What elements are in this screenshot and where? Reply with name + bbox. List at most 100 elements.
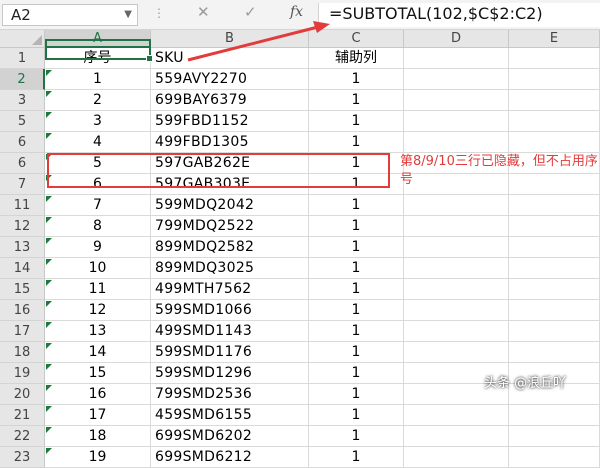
- cell-empty[interactable]: [509, 405, 600, 426]
- close-icon[interactable]: ✕: [197, 3, 210, 21]
- cell-helper[interactable]: 1: [309, 90, 404, 111]
- cell-index[interactable]: 14: [45, 342, 151, 363]
- row-header[interactable]: 20: [0, 384, 45, 405]
- cell-empty[interactable]: [509, 237, 600, 258]
- row-header[interactable]: 2: [0, 69, 45, 90]
- cell-empty[interactable]: [509, 426, 600, 447]
- cell-index[interactable]: 15: [45, 363, 151, 384]
- cell-sku[interactable]: 599MDQ2042: [151, 195, 309, 216]
- cell-index[interactable]: 1: [45, 69, 151, 90]
- cell-sku[interactable]: 559AVY2270: [151, 69, 309, 90]
- cell-empty[interactable]: [509, 447, 600, 468]
- row-header[interactable]: 5: [0, 111, 45, 132]
- row-header[interactable]: 23: [0, 447, 45, 468]
- cell-empty[interactable]: [404, 48, 509, 69]
- cell-empty[interactable]: [509, 258, 600, 279]
- row-header[interactable]: 7: [0, 174, 45, 195]
- cell-empty[interactable]: [404, 447, 509, 468]
- cell-index[interactable]: 18: [45, 426, 151, 447]
- header-cell-helper[interactable]: 辅助列: [309, 48, 404, 69]
- cell-sku[interactable]: 599SMD1176: [151, 342, 309, 363]
- row-header[interactable]: 6: [0, 153, 45, 174]
- cell-index[interactable]: 2: [45, 90, 151, 111]
- cell-helper[interactable]: 1: [309, 300, 404, 321]
- row-header[interactable]: 19: [0, 363, 45, 384]
- cell-index[interactable]: 12: [45, 300, 151, 321]
- cell-sku[interactable]: 699BAY6379: [151, 90, 309, 111]
- cell-empty[interactable]: [509, 279, 600, 300]
- cell-empty[interactable]: [509, 342, 600, 363]
- cell-index[interactable]: 3: [45, 111, 151, 132]
- cell-helper[interactable]: 1: [309, 279, 404, 300]
- cell-empty[interactable]: [404, 69, 509, 90]
- cell-index[interactable]: 10: [45, 258, 151, 279]
- cell-sku[interactable]: 599FBD1152: [151, 111, 309, 132]
- cell-helper[interactable]: 1: [309, 384, 404, 405]
- row-header[interactable]: 1: [0, 48, 45, 69]
- cell-empty[interactable]: [404, 258, 509, 279]
- cell-empty[interactable]: [509, 300, 600, 321]
- cell-empty[interactable]: [404, 132, 509, 153]
- cell-empty[interactable]: [404, 300, 509, 321]
- cell-helper[interactable]: 1: [309, 132, 404, 153]
- cell-sku[interactable]: 459SMD6155: [151, 405, 309, 426]
- cell-empty[interactable]: [404, 216, 509, 237]
- cell-helper[interactable]: 1: [309, 69, 404, 90]
- select-all-button[interactable]: [0, 30, 45, 48]
- cell-empty[interactable]: [509, 132, 600, 153]
- cell-helper[interactable]: 1: [309, 237, 404, 258]
- cell-sku[interactable]: 699SMD6202: [151, 426, 309, 447]
- cell-helper[interactable]: 1: [309, 216, 404, 237]
- cell-empty[interactable]: [404, 111, 509, 132]
- cell-empty[interactable]: [509, 48, 600, 69]
- cell-sku[interactable]: 799SMD2536: [151, 384, 309, 405]
- row-header[interactable]: 3: [0, 90, 45, 111]
- cell-sku[interactable]: 499MTH7562: [151, 279, 309, 300]
- cell-helper[interactable]: 1: [309, 342, 404, 363]
- cell-empty[interactable]: [404, 195, 509, 216]
- cell-index[interactable]: 11: [45, 279, 151, 300]
- cell-sku[interactable]: 899MDQ2582: [151, 237, 309, 258]
- cell-sku[interactable]: 599SMD1296: [151, 363, 309, 384]
- column-header-b[interactable]: B: [151, 30, 309, 48]
- cell-empty[interactable]: [404, 279, 509, 300]
- row-header[interactable]: 18: [0, 342, 45, 363]
- column-header-c[interactable]: C: [309, 30, 404, 48]
- row-header[interactable]: 12: [0, 216, 45, 237]
- cell-empty[interactable]: [404, 426, 509, 447]
- drag-handle-icon[interactable]: ⋮: [153, 6, 166, 20]
- cell-index[interactable]: 4: [45, 132, 151, 153]
- cell-helper[interactable]: 1: [309, 258, 404, 279]
- row-header[interactable]: 11: [0, 195, 45, 216]
- row-header[interactable]: 21: [0, 405, 45, 426]
- cell-empty[interactable]: [509, 216, 600, 237]
- name-box[interactable]: A2 ▼: [2, 4, 138, 26]
- chevron-down-icon[interactable]: ▼: [124, 9, 132, 20]
- row-header[interactable]: 22: [0, 426, 45, 447]
- cell-empty[interactable]: [509, 321, 600, 342]
- cell-index[interactable]: 17: [45, 405, 151, 426]
- cell-empty[interactable]: [509, 90, 600, 111]
- cell-empty[interactable]: [509, 195, 600, 216]
- cell-empty[interactable]: [404, 237, 509, 258]
- cell-index[interactable]: 8: [45, 216, 151, 237]
- cell-index[interactable]: 19: [45, 447, 151, 468]
- row-header[interactable]: 14: [0, 258, 45, 279]
- cell-helper[interactable]: 1: [309, 426, 404, 447]
- cell-empty[interactable]: [509, 111, 600, 132]
- cell-helper[interactable]: 1: [309, 363, 404, 384]
- row-header[interactable]: 17: [0, 321, 45, 342]
- cell-index[interactable]: 7: [45, 195, 151, 216]
- cell-helper[interactable]: 1: [309, 405, 404, 426]
- cell-empty[interactable]: [404, 321, 509, 342]
- column-header-d[interactable]: D: [404, 30, 509, 48]
- row-header[interactable]: 13: [0, 237, 45, 258]
- cell-sku[interactable]: 699SMD6212: [151, 447, 309, 468]
- cell-empty[interactable]: [404, 90, 509, 111]
- cell-sku[interactable]: 899MDQ3025: [151, 258, 309, 279]
- function-icon[interactable]: fx: [290, 4, 303, 20]
- cell-helper[interactable]: 1: [309, 195, 404, 216]
- cell-index[interactable]: 13: [45, 321, 151, 342]
- row-header[interactable]: 6: [0, 132, 45, 153]
- cell-helper[interactable]: 1: [309, 447, 404, 468]
